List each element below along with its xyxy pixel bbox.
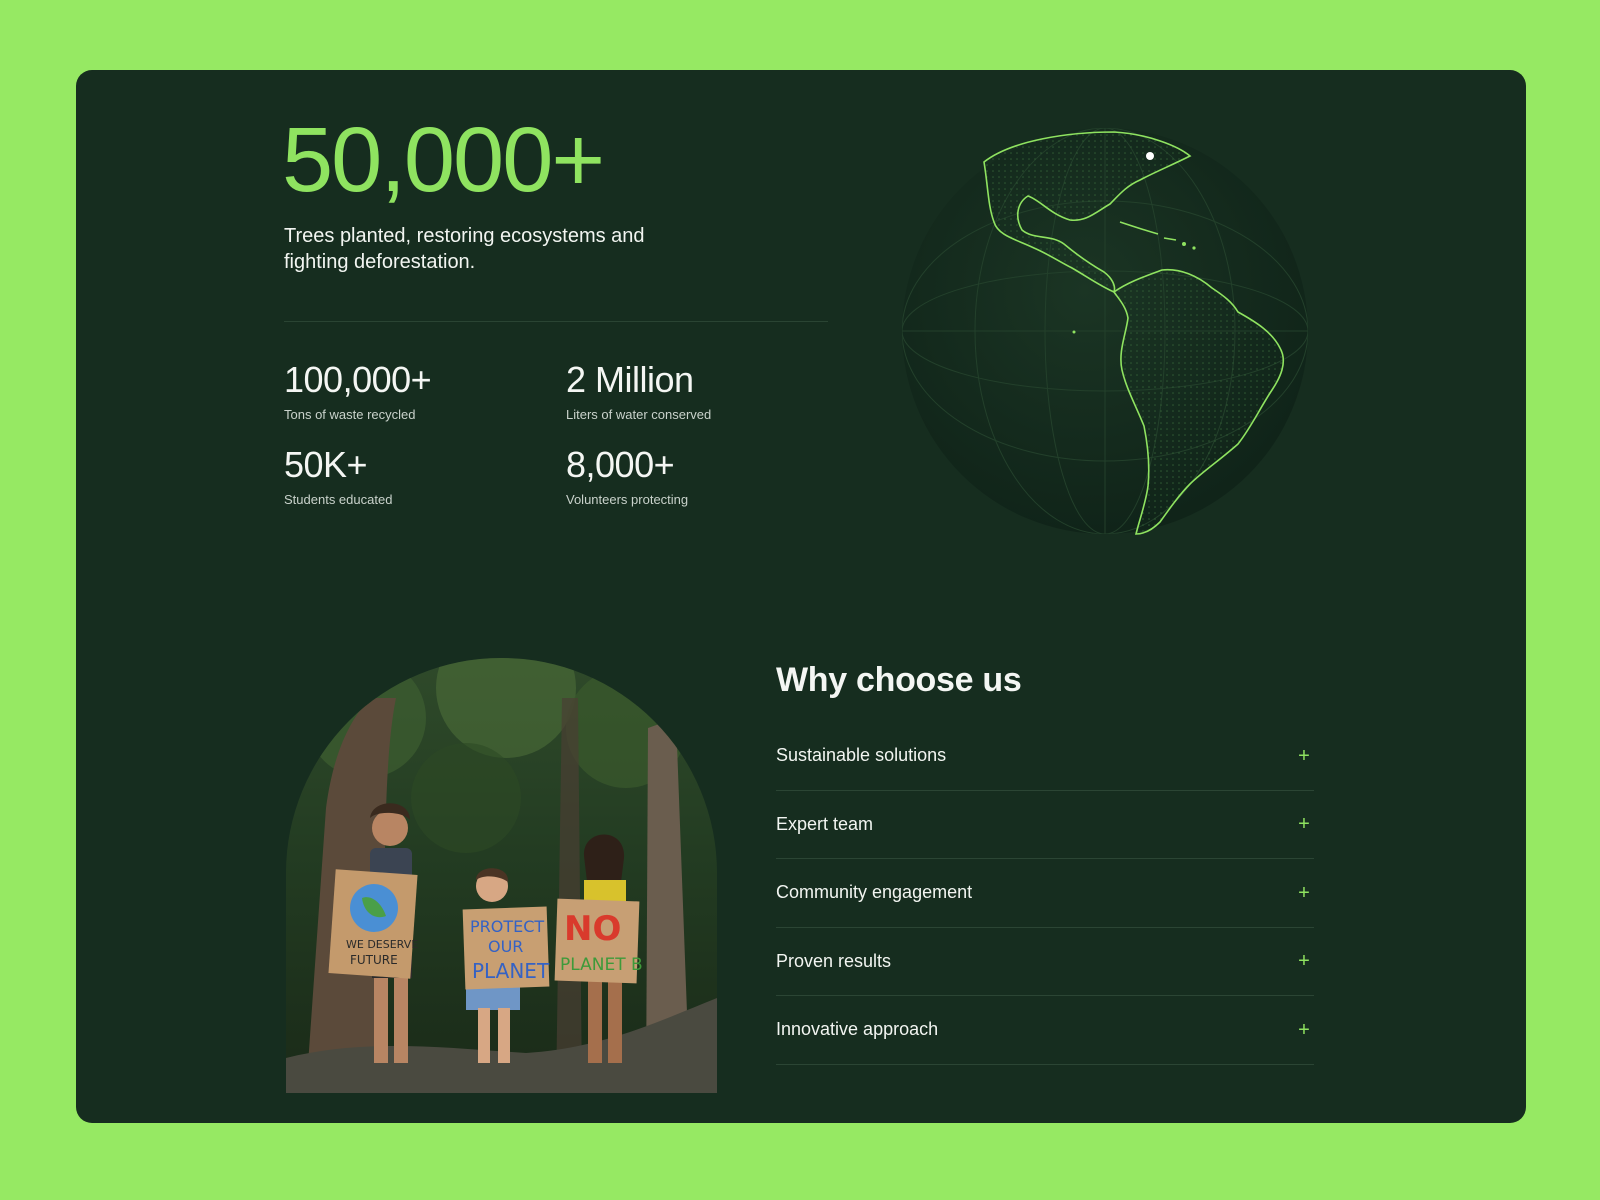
- svg-text:WE DESERVE: WE DESERVE: [346, 938, 418, 951]
- accordion-item-expert-team[interactable]: Expert team +: [776, 791, 1314, 859]
- accordion-item-proven-results[interactable]: Proven results +: [776, 928, 1314, 996]
- accordion-item-sustainable-solutions[interactable]: Sustainable solutions +: [776, 722, 1314, 791]
- hero-stat-number: 50,000+: [282, 109, 605, 211]
- stat-value: 2 Million: [566, 359, 694, 400]
- hero-stat-description: Trees planted, restoring ecosystems and …: [284, 225, 645, 273]
- stat-label: Students educated: [284, 492, 393, 507]
- stat-volunteers: 8,000+ Volunteers protecting: [566, 444, 689, 507]
- plus-icon[interactable]: +: [1294, 746, 1314, 766]
- stat-label: Volunteers protecting: [566, 492, 689, 507]
- svg-text:PLANET B: PLANET B: [560, 955, 643, 975]
- stat-label: Tons of waste recycled: [284, 407, 416, 422]
- plus-icon[interactable]: +: [1294, 883, 1314, 903]
- svg-text:PLANET: PLANET: [472, 959, 550, 983]
- stat-value: 8,000+: [566, 444, 675, 485]
- stat-label: Liters of water conserved: [566, 407, 712, 422]
- stat-value: 100,000+: [284, 359, 432, 400]
- svg-text:FUTURE: FUTURE: [350, 953, 398, 967]
- impact-card: 50,000+ Trees planted, restoring ecosyst…: [76, 70, 1526, 1123]
- plus-icon[interactable]: +: [1294, 814, 1314, 834]
- plus-icon[interactable]: +: [1294, 1020, 1314, 1040]
- why-choose-us-title: Why choose us: [776, 661, 1022, 699]
- svg-text:PROTECT: PROTECT: [470, 917, 544, 936]
- protest-kids-photo: WE DESERVE FUTURE PROTECT OUR PLANET NO …: [286, 658, 717, 1093]
- accordion-item-label: Innovative approach: [776, 1019, 939, 1040]
- globe-americas-icon: [900, 126, 1310, 536]
- accordion-item-community-engagement[interactable]: Community engagement +: [776, 859, 1314, 928]
- stat-waste: 100,000+ Tons of waste recycled: [284, 359, 432, 422]
- accordion-item-label: Community engagement: [776, 882, 973, 903]
- why-choose-us-accordion: Sustainable solutions + Expert team + Co…: [776, 722, 1314, 1065]
- accordion-item-label: Sustainable solutions: [776, 745, 947, 766]
- stat-water: 2 Million Liters of water conserved: [566, 359, 712, 422]
- plus-icon[interactable]: +: [1294, 951, 1314, 971]
- svg-text:OUR: OUR: [488, 937, 523, 956]
- accordion-item-innovative-approach[interactable]: Innovative approach +: [776, 996, 1314, 1065]
- stats-divider: [284, 321, 828, 322]
- svg-text:NO: NO: [564, 909, 621, 949]
- stat-value: 50K+: [284, 444, 368, 485]
- stat-students: 50K+ Students educated: [284, 444, 393, 507]
- accordion-item-label: Proven results: [776, 950, 892, 971]
- accordion-item-label: Expert team: [776, 813, 874, 834]
